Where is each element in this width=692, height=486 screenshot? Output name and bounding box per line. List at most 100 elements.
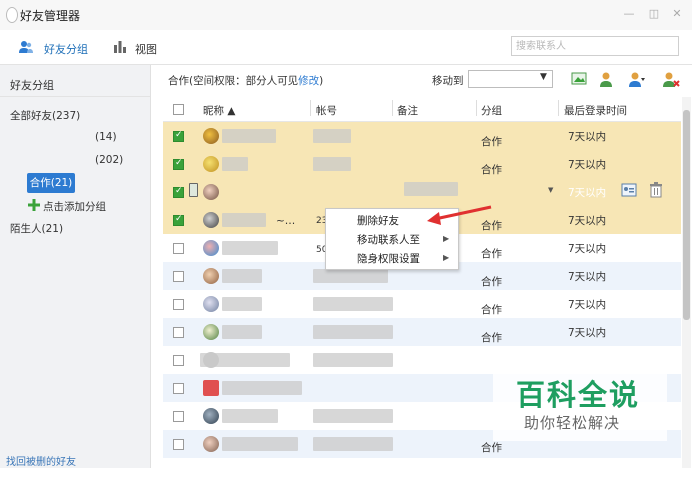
permission-prefix: 合作(空间权限：部分人可见	[168, 75, 299, 87]
column-nickname[interactable]: 昵称 ▲	[203, 103, 235, 118]
nickname-redacted	[222, 213, 266, 227]
column-separator	[392, 100, 393, 116]
account-redacted	[313, 297, 393, 311]
nickname-redacted	[222, 381, 302, 395]
menu-item-delete-friend[interactable]: 删除好友	[357, 213, 399, 228]
delete-friend-icon[interactable]	[662, 70, 680, 88]
recover-deleted-friends-link[interactable]: 找回被删的好友	[6, 453, 76, 468]
column-account[interactable]: 帐号	[316, 103, 337, 118]
row-checkbox[interactable]	[173, 130, 184, 142]
last-login-cell: 7天以内	[568, 131, 607, 143]
friend-group-icon[interactable]	[18, 40, 34, 54]
sidebar-item-strangers[interactable]: 陌生人(21)	[10, 221, 63, 236]
nickname-redacted	[222, 325, 262, 339]
row-checkbox[interactable]	[173, 271, 184, 282]
row-checkbox[interactable]	[173, 355, 184, 366]
permission-modify-link[interactable]: 修改	[298, 75, 319, 87]
avatar	[203, 436, 219, 452]
avatar	[203, 380, 219, 396]
remark-redacted	[404, 182, 458, 196]
trash-icon[interactable]	[649, 182, 663, 198]
friend-group-button[interactable]: 好友分组	[44, 41, 88, 57]
row-checkbox[interactable]	[173, 383, 184, 394]
submenu-arrow-icon: ▶	[443, 253, 450, 262]
nickname-redacted	[200, 353, 290, 367]
nickname-redacted	[222, 437, 298, 451]
group-cell: 合作	[481, 332, 502, 344]
column-group[interactable]: 分组	[481, 103, 502, 118]
column-last-login[interactable]: 最后登录时间	[564, 103, 627, 118]
window-title: 好友管理器	[20, 9, 81, 23]
last-login-cell: 7天以内	[568, 271, 607, 283]
move-to-label: 移动到	[432, 75, 464, 87]
row-checkbox[interactable]	[173, 299, 184, 310]
last-login-cell: 7天以内	[568, 327, 607, 339]
group-cell: 合作	[481, 304, 502, 316]
row-checkbox[interactable]	[173, 186, 184, 198]
sidebar-item-cooperation[interactable]: 合作(21)	[27, 173, 75, 193]
avatar	[203, 240, 219, 256]
scrollbar-thumb[interactable]	[683, 110, 690, 320]
mobile-online-icon	[189, 183, 198, 197]
title-bar	[0, 0, 692, 30]
sidebar-item-all-friends[interactable]: 全部好友(237)	[10, 108, 80, 123]
last-login-cell: 7天以内	[568, 187, 607, 199]
avatar	[203, 212, 219, 228]
account-redacted	[313, 353, 393, 367]
restore-icon[interactable]: ◫	[645, 5, 663, 23]
row-checkbox[interactable]	[173, 158, 184, 170]
account-redacted	[313, 409, 393, 423]
sidebar-item-group-a[interactable]: (14)	[95, 131, 117, 143]
row-checkbox[interactable]	[173, 327, 184, 338]
group-cell: 合作	[481, 248, 502, 260]
nickname-redacted	[222, 129, 276, 143]
group-cell: 合作	[481, 136, 502, 148]
view-button[interactable]: 视图	[135, 41, 157, 57]
add-group-icon[interactable]	[28, 199, 40, 211]
avatar	[203, 184, 219, 200]
watermark-subtitle: 助你轻松解决	[524, 414, 621, 432]
permission-suffix: )	[319, 75, 324, 87]
account-redacted	[313, 269, 388, 283]
last-login-cell: 7天以内	[568, 243, 607, 255]
annotation-arrow-icon	[427, 205, 492, 225]
group-cell: 合作	[481, 442, 502, 454]
group-dropdown-icon[interactable]: ▼	[548, 186, 553, 194]
column-remark[interactable]: 备注	[397, 103, 418, 118]
manage-friend-icon[interactable]	[628, 70, 646, 88]
permission-line: 合作(空间权限：部分人可见修改)	[168, 73, 323, 88]
row-checkbox[interactable]	[173, 243, 184, 254]
row-checkbox[interactable]	[173, 411, 184, 422]
view-chart-icon[interactable]	[113, 39, 127, 53]
chevron-down-icon[interactable]: ▼	[540, 72, 547, 82]
nickname-redacted	[222, 297, 262, 311]
account-redacted	[313, 325, 393, 339]
last-login-cell: 7天以内	[568, 215, 607, 227]
avatar	[203, 408, 219, 424]
nickname-redacted	[222, 157, 248, 171]
add-group-link[interactable]: 点击添加分组	[43, 199, 106, 214]
table-row[interactable]	[163, 458, 681, 486]
column-separator	[476, 100, 477, 116]
last-login-cell: 7天以内	[568, 299, 607, 311]
account-redacted	[313, 437, 393, 451]
profile-card-icon[interactable]	[621, 183, 637, 197]
add-friend-icon[interactable]	[598, 70, 616, 88]
group-cell: 合作	[481, 164, 502, 176]
sidebar	[0, 65, 151, 468]
group-cell: 合作	[481, 276, 502, 288]
avatar	[203, 128, 219, 144]
account-redacted	[313, 157, 351, 171]
avatar	[203, 296, 219, 312]
row-checkbox[interactable]	[173, 214, 184, 226]
image-export-icon[interactable]	[570, 70, 588, 88]
menu-item-move-contact[interactable]: 移动联系人至	[357, 232, 420, 247]
row-checkbox[interactable]	[173, 439, 184, 450]
minimize-icon[interactable]: —	[620, 5, 638, 23]
search-input[interactable]: 搜索联系人	[511, 36, 679, 56]
select-all-checkbox[interactable]	[173, 104, 184, 115]
menu-item-invisible-permission[interactable]: 隐身权限设置	[357, 251, 420, 266]
close-icon[interactable]: ✕	[668, 5, 686, 23]
nickname-redacted	[222, 269, 262, 283]
sidebar-item-group-b[interactable]: (202)	[95, 154, 123, 166]
